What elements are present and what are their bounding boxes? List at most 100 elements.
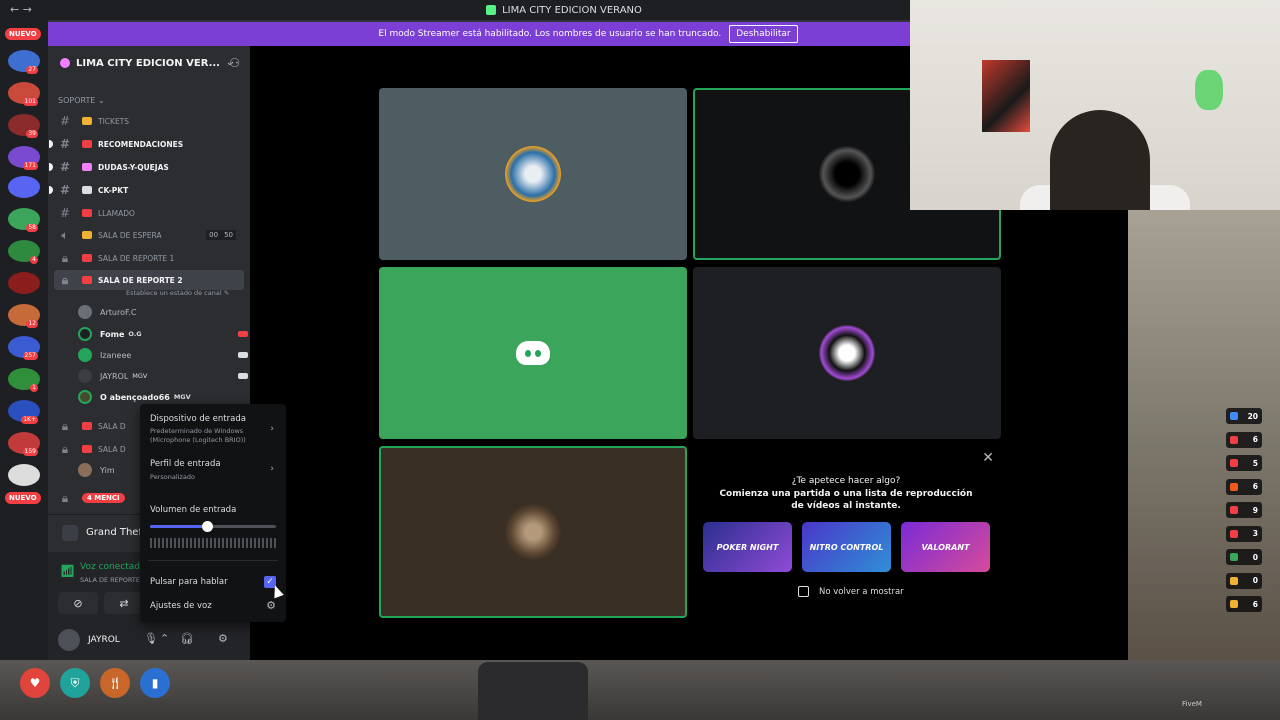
gear-icon[interactable]: ⚙ (266, 599, 276, 612)
avatar (78, 463, 92, 477)
add-user-icon[interactable]: ⚇ (229, 56, 240, 70)
hud-value: 5 (1252, 458, 1258, 468)
headphones-icon[interactable]: 🎧︎ (180, 632, 194, 645)
hud-value: 6 (1252, 482, 1258, 491)
hud-value: 6 (1252, 435, 1258, 444)
user-tag: MGV (132, 372, 148, 380)
channel-item[interactable]: # TICKETS (54, 111, 244, 131)
channel-item[interactable]: # LLAMADO (54, 203, 244, 223)
taxi-icon (1230, 529, 1238, 538)
megaphone-icon (82, 209, 92, 217)
voice-user[interactable]: ArturoF.C (78, 303, 248, 321)
camera-off-button[interactable]: ⊘ (58, 592, 98, 614)
unread-indicator (49, 140, 53, 148)
guild-icon[interactable] (8, 272, 40, 294)
car-icon (1230, 506, 1238, 514)
user-name[interactable]: JAYROL (88, 635, 120, 645)
category-soporte[interactable]: SOPORTE ⌄ (58, 96, 105, 105)
input-device-option[interactable]: Dispositivo de entrada (150, 414, 246, 424)
megaphone-icon (82, 276, 92, 284)
armor-icon: ⛨ (60, 668, 90, 698)
lock-icon: 🔒︎ (61, 441, 69, 456)
activity-card-nitro[interactable]: NITRO CONTROL (802, 522, 891, 572)
video-tile-speaking[interactable] (379, 446, 687, 618)
checkbox-box[interactable] (798, 586, 809, 597)
mentions-pill[interactable]: 4 MENCI (82, 493, 125, 503)
close-icon[interactable]: ✕ (982, 450, 994, 466)
channel-label: DUDAS-Y-QUEJAS (98, 162, 169, 172)
guild-icon[interactable]: 1 (8, 368, 40, 392)
channel-status[interactable]: Establece un estado de canal ✎ (126, 289, 229, 297)
guild-icon[interactable]: 171 (8, 146, 40, 170)
signal-icon[interactable]: 📶︎ (60, 564, 75, 578)
channel-item[interactable]: # DUDAS-Y-QUEJAS (49, 157, 244, 177)
voice-status[interactable]: Voz conectada (80, 562, 145, 572)
unread-indicator (49, 186, 53, 194)
voice-user[interactable]: Fome O.G (78, 325, 248, 343)
gear-icon[interactable]: ⚙ (218, 632, 228, 645)
push-to-talk-option[interactable]: Pulsar para hablar (150, 577, 228, 587)
participant-avatar (505, 504, 561, 560)
avatar[interactable] (58, 629, 80, 651)
server-boost-icon (60, 58, 70, 68)
guild-icon[interactable]: 58 (8, 208, 40, 232)
guild-icon[interactable]: 27 (8, 50, 40, 74)
back-forward-icon[interactable]: ← → (10, 3, 32, 16)
channel-item[interactable]: # CK-PKT (49, 180, 244, 200)
voice-user[interactable]: Izaneee (78, 346, 248, 364)
guild-icon[interactable] (8, 464, 40, 486)
guild-icon[interactable]: 4 (8, 240, 40, 264)
activity-card-valorant[interactable]: VALORANT (901, 522, 990, 572)
channel-item[interactable]: # RECOMENDACIONES (49, 134, 244, 154)
voice-settings-option[interactable]: Ajustes de voz (150, 601, 212, 611)
hash-icon: # (59, 206, 71, 220)
ticket-icon (82, 117, 92, 125)
video-tile[interactable] (693, 267, 1001, 439)
chevron-up-icon[interactable]: ⌃ (160, 632, 169, 645)
hud-item: 6 (1226, 431, 1262, 448)
guild-icon[interactable]: 12 (8, 304, 40, 328)
game-character (478, 662, 588, 720)
webcam-overlay (910, 0, 1280, 210)
screen-share-button[interactable]: ⇄ (104, 592, 144, 614)
guild-icon[interactable]: 257 (8, 336, 40, 360)
slider-thumb[interactable] (201, 521, 213, 532)
hud-item: 0 (1226, 549, 1262, 565)
input-volume-slider[interactable] (150, 521, 276, 532)
guild-badge: 1K+ (21, 416, 38, 424)
dont-show-again-checkbox[interactable]: No volver a mostrar (798, 586, 904, 597)
megaphone-icon (82, 254, 92, 262)
channel-status-label: Establece un estado de canal (126, 289, 222, 297)
new-unread-pill-bottom[interactable]: NUEVO (5, 492, 41, 504)
avatar (78, 348, 92, 362)
video-tile[interactable] (379, 88, 687, 260)
mic-icon[interactable]: 🎙︎ (144, 632, 158, 645)
category-label: SOPORTE (58, 96, 96, 105)
voice-channel-item-active[interactable]: 🔒︎ SALA DE REPORTE 2 (54, 270, 244, 290)
video-tile[interactable] (379, 267, 687, 439)
guild-icon[interactable]: 101 (8, 82, 40, 106)
guild-icon-active[interactable] (8, 176, 40, 198)
input-device-value: Predeterminado de Windows (Microphone (L… (150, 427, 246, 444)
hash-icon: # (59, 114, 71, 128)
disable-streamer-button[interactable]: Deshabilitar (729, 25, 798, 43)
count-limit: 50 (221, 230, 236, 240)
player-status-bar: ♥ ⛨ 🍴︎ ▮ (20, 668, 180, 698)
voice-channel-item[interactable]: 🔈︎ SALA DE ESPERA 00 50 (54, 225, 244, 245)
voice-channel-item[interactable]: 🔒︎ SALA DE REPORTE 1 (54, 248, 244, 268)
server-name: LIMA CITY EDICION VER... (76, 57, 220, 69)
channel-label: SALA DE REPORTE 2 (98, 275, 183, 285)
voice-user[interactable]: JAYROL MGV (78, 367, 248, 385)
bell-icon (82, 231, 92, 239)
server-header[interactable]: LIMA CITY EDICION VER... ⌄ ⚇ (48, 46, 250, 80)
guild-icon[interactable]: 39 (8, 114, 40, 138)
warning-icon (1230, 576, 1238, 585)
guild-icon[interactable]: 159 (8, 432, 40, 456)
new-unread-pill[interactable]: NUEVO (5, 28, 41, 40)
guild-icon[interactable]: 1K+ (8, 400, 40, 424)
activity-card-poker[interactable]: POKER NIGHT (703, 522, 792, 572)
input-profile-value: Personalizado (150, 473, 195, 481)
channel-label: CK-PKT (98, 185, 129, 195)
input-profile-option[interactable]: Perfil de entrada (150, 459, 221, 469)
guild-badge: 101 (22, 98, 38, 106)
